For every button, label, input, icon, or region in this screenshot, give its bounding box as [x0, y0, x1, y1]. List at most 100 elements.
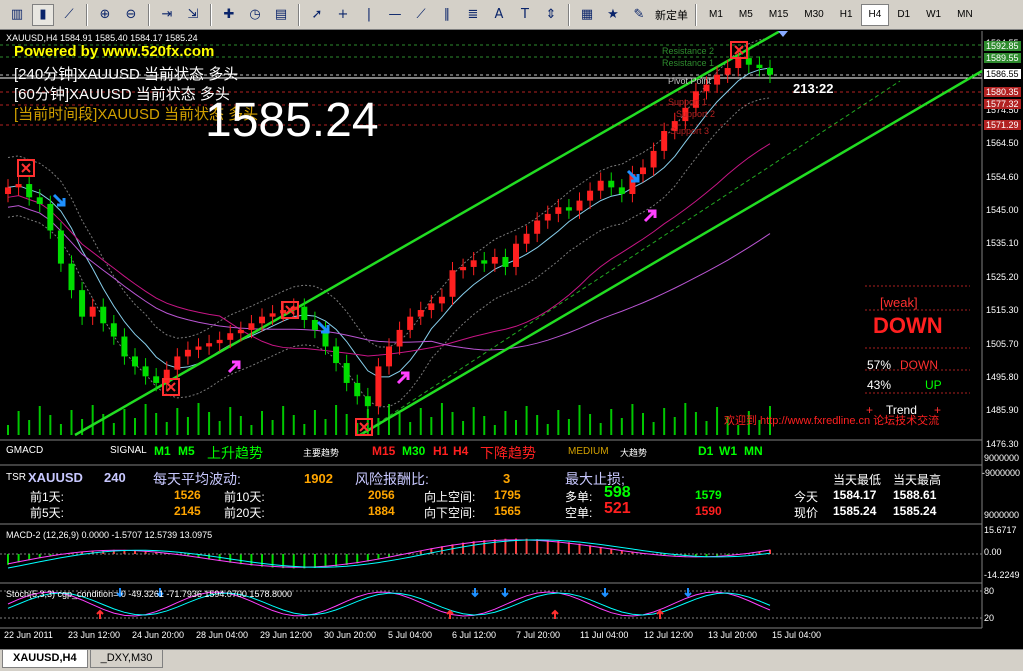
line-chart-icon[interactable]: ⟋	[58, 4, 80, 26]
up-pct: 43%	[867, 378, 892, 392]
timeframe-w1[interactable]: W1	[918, 4, 949, 26]
tsr-day5-value: 2145	[174, 504, 201, 518]
price-flag: 1577.32	[984, 99, 1021, 109]
tab-dxy-m30[interactable]: _DXY,M30	[89, 650, 164, 668]
gmacd-signal: SIGNAL	[110, 445, 147, 456]
trendline-icon[interactable]: ⟋	[410, 4, 432, 26]
timeframe-d1[interactable]: D1	[889, 4, 918, 26]
tsr-up-space-value: 1795	[494, 488, 521, 502]
candle-body	[417, 310, 424, 317]
fibonacci-icon[interactable]: ≣	[462, 4, 484, 26]
candle-body	[587, 190, 594, 201]
forum-link[interactable]: 欢迎到 http://www.fxredline.cn 论坛技术交流	[724, 412, 939, 428]
candle-body	[216, 339, 223, 344]
stoch-arrow	[601, 588, 609, 598]
gmacd-m5: M5	[178, 444, 195, 458]
indicators-icon[interactable]: ✚	[218, 4, 240, 26]
moving-average-long	[7, 205, 771, 351]
candle-body	[565, 207, 572, 211]
signal-arrow	[396, 371, 410, 385]
candle-body	[640, 167, 646, 175]
autoscroll-icon[interactable]: ⇲	[182, 4, 204, 26]
timeframe-mn[interactable]: MN	[949, 4, 981, 26]
new-order-icon[interactable]: ✎	[628, 4, 650, 26]
zoom-in-icon[interactable]: ⊕	[94, 4, 116, 26]
candle-body	[555, 207, 562, 214]
candle-body	[248, 323, 255, 330]
chart-tabs: XAUUSD,H4 _DXY,M30	[0, 649, 1023, 671]
candle-body	[195, 346, 202, 350]
candle-body	[513, 243, 519, 267]
timeframe-m30[interactable]: M30	[796, 4, 831, 26]
bar-chart-icon[interactable]: ▥	[6, 4, 28, 26]
candle-body	[343, 363, 350, 383]
candlestick-icon[interactable]: ▮	[32, 3, 54, 26]
cursor-icon[interactable]: ➚	[306, 4, 328, 26]
arrows-icon[interactable]: ⇕	[540, 4, 562, 26]
macd-axis-top: 15.6717	[984, 525, 1017, 535]
market-watch-icon[interactable]: ★	[602, 4, 624, 26]
candle-body	[724, 68, 731, 75]
gmacd-title: GMACD	[6, 445, 44, 456]
tab-xauusd-h4[interactable]: XAUUSD,H4	[2, 650, 88, 668]
new-order-button[interactable]: 新定单	[652, 7, 691, 23]
time-axis-label: 15 Jul 04:00	[772, 630, 822, 640]
candle-body	[269, 313, 276, 317]
candle-body	[470, 260, 477, 267]
templates-icon[interactable]: ▤	[270, 4, 292, 26]
vertical-line-icon[interactable]: |	[358, 4, 380, 26]
price-axis-label: 1505.70	[986, 338, 1019, 349]
candle-body	[89, 306, 96, 317]
candle-body	[407, 316, 414, 330]
candle-body	[756, 64, 763, 69]
level-resistance-2: Resistance 2	[662, 46, 715, 56]
tsr-down-space-label: 向下空间:	[424, 506, 476, 520]
label-tool-icon[interactable]: T	[514, 4, 536, 26]
price-axis-label: 1476.30	[986, 438, 1019, 449]
price-axis-label: 1515.30	[986, 305, 1019, 316]
candle-body	[745, 58, 752, 65]
text-tool-icon[interactable]: A	[488, 4, 510, 26]
time-axis-label: 29 Jun 12:00	[260, 630, 313, 640]
chart-window[interactable]: XAUUSD,H4 1584.91 1585.40 1584.17 1585.2…	[0, 29, 1023, 649]
periods-icon[interactable]: ◷	[244, 4, 266, 26]
gmacd-w1: W1	[719, 444, 737, 458]
gmacd-h4: H4	[453, 444, 469, 458]
timeframe-m5[interactable]: M5	[731, 4, 761, 26]
tsr-down-space-value: 1565	[494, 504, 521, 518]
tsr-day20-label: 前20天:	[224, 506, 265, 520]
timeframe-h1[interactable]: H1	[832, 4, 861, 26]
candle-body	[47, 203, 54, 231]
zoom-out-icon[interactable]: ⊖	[120, 4, 142, 26]
gmacd-mn: MN	[744, 444, 763, 458]
gmacd-up-trend: 上升趋势	[207, 445, 263, 461]
level-pivot: Pivot Point	[668, 76, 712, 86]
candle-body	[153, 376, 160, 383]
timeframe-m15[interactable]: M15	[761, 4, 796, 26]
time-axis-label: 28 Jun 04:00	[196, 630, 249, 640]
navigator-icon[interactable]: ▦	[576, 4, 598, 26]
candle-body	[15, 184, 22, 188]
timeframe-m1[interactable]: M1	[701, 4, 731, 26]
gmacd-h1: H1	[433, 444, 449, 458]
candle-body	[100, 306, 107, 324]
tsr-symbol: XAUUSD	[28, 470, 83, 485]
candle-body	[184, 349, 191, 357]
chart-shift-icon[interactable]: ⇥	[156, 4, 178, 26]
candle-body	[618, 187, 625, 194]
candle-body	[68, 263, 75, 291]
horizontal-line-icon[interactable]: —	[384, 4, 406, 26]
timeframe-h4[interactable]: H4	[860, 3, 890, 26]
channel-icon[interactable]: ∥	[436, 4, 458, 26]
gmacd-main-trend: 主要趋势	[303, 448, 340, 458]
candle-body	[174, 356, 181, 370]
crosshair-icon[interactable]: +	[332, 4, 354, 26]
tsr-up-space-label: 向上空间:	[424, 490, 476, 504]
bar-countdown: 213:22	[793, 81, 834, 96]
candle-body	[608, 180, 615, 188]
candle-body	[735, 58, 742, 69]
time-axis-label: 5 Jul 04:00	[388, 630, 433, 640]
price-flag: 1571.29	[984, 120, 1021, 130]
level-support-2: Support 2	[676, 109, 716, 119]
tsr-axis-bottom: 9000000	[984, 510, 1020, 520]
